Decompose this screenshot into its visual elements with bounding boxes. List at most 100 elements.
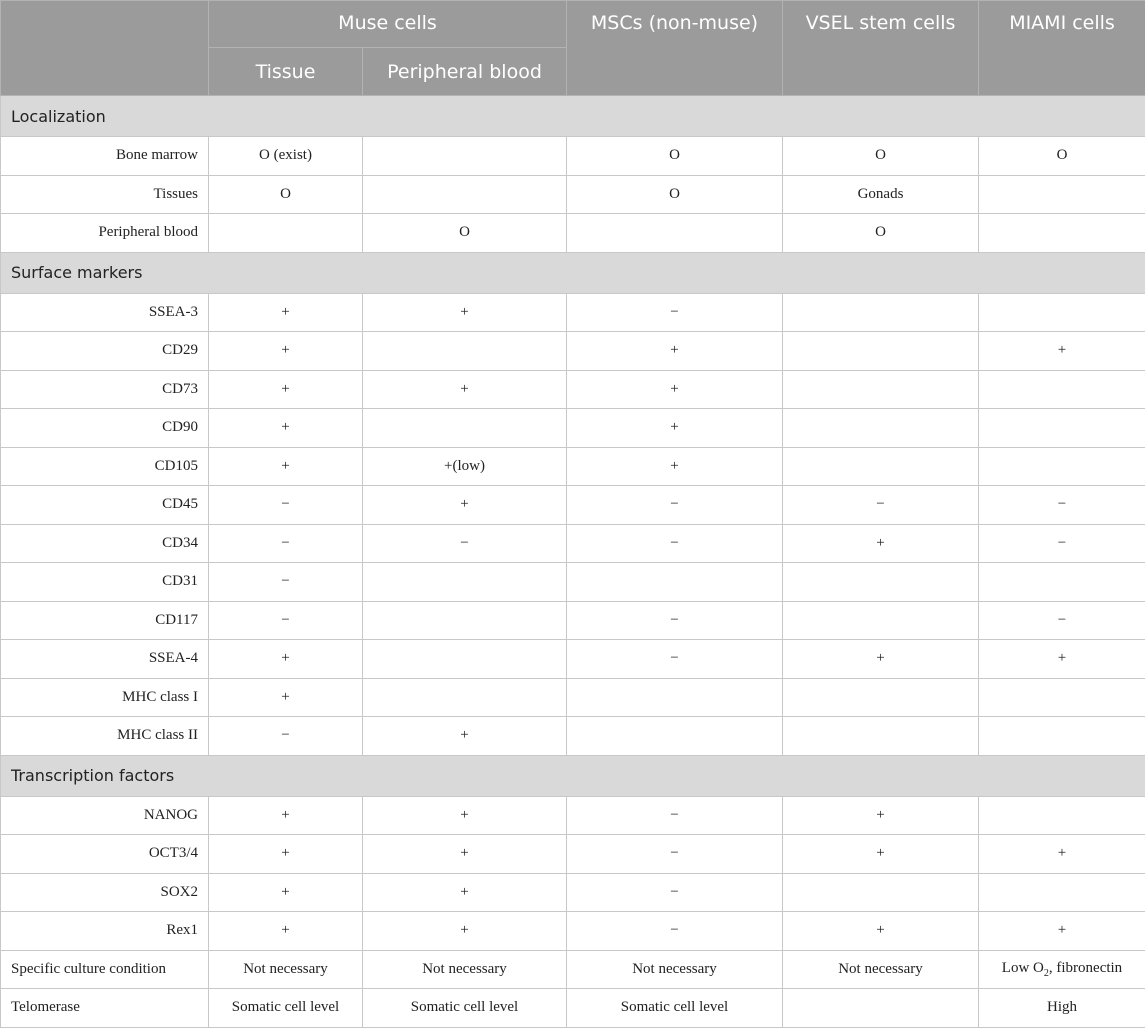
table-cell: O: [978, 136, 1145, 176]
table-row: MHC class II − +: [0, 716, 1145, 756]
table-cell: [782, 369, 979, 409]
table-cell: +: [978, 911, 1145, 951]
row-label: Specific culture condition: [0, 949, 209, 989]
table-cell: [362, 677, 567, 717]
table-row: Tissues O O Gonads: [0, 174, 1145, 214]
table-row: Specific culture condition Not necessary N…: [0, 949, 1145, 989]
section-title: Localization: [0, 95, 1145, 137]
table-cell: −: [566, 292, 783, 332]
table-cell: +: [566, 446, 783, 486]
table-cell: −: [566, 600, 783, 640]
table-cell: [566, 716, 783, 756]
table-cell: High: [978, 988, 1145, 1028]
table-cell: +: [782, 523, 979, 563]
table-cell: [362, 136, 567, 176]
table-cell: [978, 562, 1145, 602]
table-cell: [978, 369, 1145, 409]
table-cell: +(low): [362, 446, 567, 486]
table-cell: [978, 872, 1145, 912]
table-cell: +: [208, 331, 363, 371]
table-cell: −: [566, 834, 783, 874]
table-row: Rex1 + + − + +: [0, 911, 1145, 951]
table-cell: Not necessary: [566, 949, 783, 989]
table-cell: −: [978, 523, 1145, 563]
table-cell: −: [978, 600, 1145, 640]
row-label: OCT3/4: [0, 834, 209, 874]
table-cell: O: [566, 174, 783, 214]
table-cell: [362, 408, 567, 448]
table-cell: +: [208, 795, 363, 835]
table-row: Peripheral blood O O: [0, 213, 1145, 253]
table-cell: [782, 677, 979, 717]
table-cell: +: [208, 369, 363, 409]
table-cell: Not necessary: [362, 949, 567, 989]
table-cell: +: [566, 331, 783, 371]
table-row: SOX2 + + −: [0, 872, 1145, 912]
table-cell: +: [362, 795, 567, 835]
table-cell: [978, 716, 1145, 756]
row-label: SSEA-3: [0, 292, 209, 332]
table-cell: [208, 213, 363, 253]
header-muse-blood: Peripheral blood: [362, 47, 567, 96]
table-cell: [782, 600, 979, 640]
table-cell: −: [566, 872, 783, 912]
table-cell: +: [208, 446, 363, 486]
table-cell: +: [782, 911, 979, 951]
table-cell: +: [362, 716, 567, 756]
table-cell: +: [208, 408, 363, 448]
table-row: CD105 + +(low) +: [0, 446, 1145, 486]
row-label: Rex1: [0, 911, 209, 951]
header-muse-tissue: Tissue: [208, 47, 363, 96]
table-cell: [782, 872, 979, 912]
table-cell: +: [566, 369, 783, 409]
table-row: CD34− − − + −: [0, 523, 1145, 563]
table-row: CD45− + − − −: [0, 485, 1145, 525]
table-cell: +: [978, 639, 1145, 679]
table-row: Bone marrow O (exist) O O O: [0, 136, 1145, 176]
table-cell: O: [208, 174, 363, 214]
comparison-table: Muse cells MSCs (non-muse) VSEL stem cel…: [0, 0, 1145, 1028]
row-label: CD73: [0, 369, 209, 409]
table-cell: [978, 446, 1145, 486]
table-cell: [978, 292, 1145, 332]
section-header-row: Transcription factors: [0, 754, 1145, 797]
header-mscs: MSCs (non-muse): [566, 0, 783, 96]
row-label: SSEA-4: [0, 639, 209, 679]
table-cell: +: [362, 292, 567, 332]
table-cell: O: [782, 136, 979, 176]
row-label: Bone marrow: [0, 136, 209, 176]
table-cell: +: [362, 911, 567, 951]
table-cell: O: [782, 213, 979, 253]
table-cell: +: [978, 834, 1145, 874]
table-cell: Not necessary: [782, 949, 979, 989]
table-cell: Gonads: [782, 174, 979, 214]
table-cell: −: [566, 485, 783, 525]
row-label: CD31: [0, 562, 209, 602]
row-label: Telomerase: [0, 988, 209, 1028]
table-cell: [362, 562, 567, 602]
table-cell: −: [782, 485, 979, 525]
table-cell: [978, 174, 1145, 214]
table-cell: +: [208, 639, 363, 679]
table-cell: −: [208, 485, 363, 525]
header-muse-cells: Muse cells: [208, 0, 567, 48]
table-row: NANOG + + − +: [0, 795, 1145, 835]
section-title: Surface markers: [0, 251, 1145, 294]
table-cell: +: [208, 292, 363, 332]
table-row: CD31−: [0, 562, 1145, 602]
culture-suffix: , fibronectin: [1048, 959, 1123, 976]
row-label: NANOG: [0, 795, 209, 835]
table-row: SSEA-4 + − + +: [0, 639, 1145, 679]
table-cell: [782, 292, 979, 332]
table-row: CD90 + +: [0, 408, 1145, 448]
table-cell: +: [782, 795, 979, 835]
table-cell: Low O2, fibronectin: [978, 949, 1145, 989]
table-row: OCT3/4 + + − + +: [0, 834, 1145, 874]
table-cell: +: [978, 331, 1145, 371]
table-cell: O: [362, 213, 567, 253]
row-label: MHC class I: [0, 677, 209, 717]
table-cell: [782, 408, 979, 448]
section-header-row: Surface markers: [0, 251, 1145, 294]
table-cell: +: [782, 834, 979, 874]
table-cell: −: [566, 795, 783, 835]
